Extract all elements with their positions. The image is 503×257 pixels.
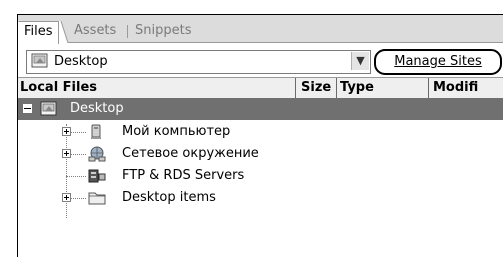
tab-edge xyxy=(58,21,68,43)
collapse-icon[interactable] xyxy=(23,104,32,113)
site-selector-row: Desktop ▼ Manage Sites xyxy=(18,43,503,77)
column-local-files[interactable]: Local Files xyxy=(20,78,97,98)
site-dropdown-value: Desktop xyxy=(54,54,108,69)
tab-divider xyxy=(127,25,128,38)
tab-snippets-label: Snippets xyxy=(135,23,192,38)
site-dropdown[interactable]: Desktop ▼ xyxy=(26,50,371,74)
column-size[interactable]: Size xyxy=(301,78,331,98)
panel-tab-bar: Files Assets Snippets xyxy=(18,15,503,44)
tab-assets[interactable]: Assets xyxy=(69,21,121,41)
column-modified[interactable]: Modifi xyxy=(433,78,478,98)
tree-row-desktop-items[interactable]: Desktop items xyxy=(18,187,503,209)
files-panel: Files Assets Snippets Desktop ▼ Manage S… xyxy=(17,14,503,257)
tab-files[interactable]: Files xyxy=(18,21,59,44)
column-divider[interactable] xyxy=(336,78,337,98)
tree-row-ftp-rds-servers[interactable]: FTP & RDS Servers xyxy=(18,165,503,187)
chevron-down-icon[interactable]: ▼ xyxy=(351,52,369,70)
manage-sites-link[interactable]: Manage Sites xyxy=(374,49,502,75)
tree-row-label: Мой компьютер xyxy=(122,124,231,139)
tab-snippets[interactable]: Snippets xyxy=(130,21,196,41)
tab-files-label: Files xyxy=(24,24,53,39)
expand-icon[interactable] xyxy=(62,193,71,202)
tree-row-desktop[interactable]: Desktop xyxy=(18,98,503,120)
tree-row-label: FTP & RDS Servers xyxy=(122,168,245,183)
expand-icon[interactable] xyxy=(62,127,71,136)
tree-row-label: Desktop items xyxy=(122,190,216,205)
expand-icon[interactable] xyxy=(62,149,71,158)
column-divider[interactable] xyxy=(428,78,429,98)
tree-row-network-places[interactable]: Сетевое окружение xyxy=(18,143,503,165)
column-type[interactable]: Type xyxy=(340,78,374,98)
desktop-icon xyxy=(31,53,49,73)
tree-row-my-computer[interactable]: Мой компьютер xyxy=(18,121,503,143)
tree-row-label: Сетевое окружение xyxy=(122,146,259,161)
tree-row-label: Desktop xyxy=(70,101,124,116)
column-divider[interactable] xyxy=(295,78,296,98)
tab-assets-label: Assets xyxy=(74,23,117,38)
file-list-header: Local Files Size Type Modifi xyxy=(18,77,503,99)
folder-icon xyxy=(88,190,106,214)
